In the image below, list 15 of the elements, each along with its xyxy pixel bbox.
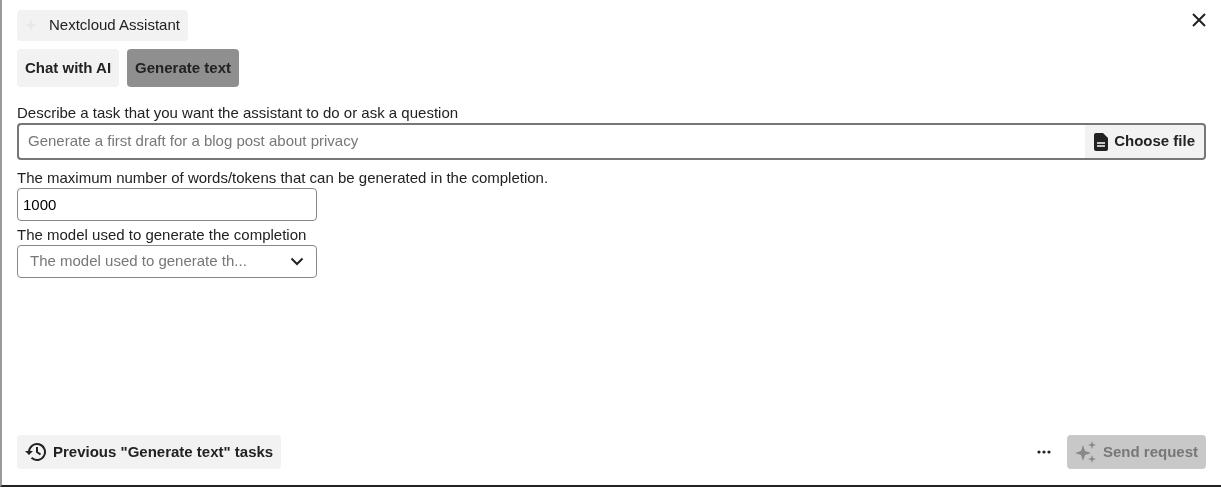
- history-icon: [25, 441, 47, 462]
- tab[interactable]: Generate text: [127, 48, 239, 87]
- more-icon: [1036, 449, 1051, 454]
- more-button[interactable]: [1036, 449, 1051, 454]
- close-icon: [1191, 12, 1207, 29]
- tab[interactable]: Chat with AI: [17, 48, 120, 87]
- history-button[interactable]: Previous "Generate text" tasks: [17, 434, 282, 469]
- chevron-down-icon: [290, 257, 304, 266]
- number-field[interactable]: 1000: [17, 188, 317, 221]
- field-label: The model used to generate the completion: [17, 225, 308, 245]
- sparkle-icon: [1074, 440, 1097, 463]
- model-dropdown[interactable]: The model used to generate th...: [17, 245, 317, 278]
- field-label: Describe a task that you want the assistant to do or ask a question: [17, 103, 460, 123]
- dialog-title: Nextcloud Assistant: [17, 10, 188, 41]
- field-label: The maximum number of words/tokens that can be generated in the completion.: [17, 168, 550, 188]
